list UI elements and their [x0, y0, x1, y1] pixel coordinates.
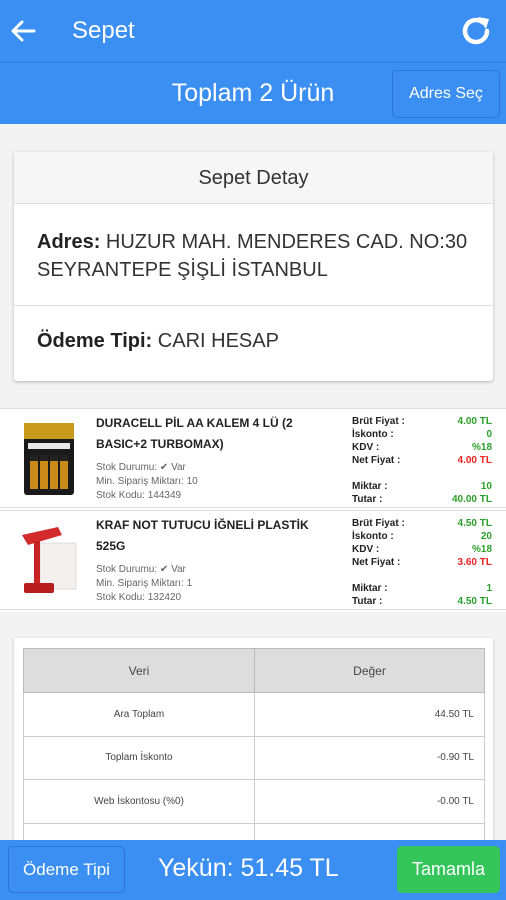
column-header-value: Değer [254, 648, 485, 693]
stock-status: Stok Durumu: ✔ Var [96, 564, 186, 575]
stock-status: Stok Durumu: ✔ Var [96, 462, 186, 473]
payment-value: CARI HESAP [157, 330, 279, 352]
total-label: Tutar : [352, 494, 383, 505]
stock-code: Stok Kodu: 132420 [96, 592, 182, 603]
refresh-icon[interactable] [446, 0, 506, 62]
cart-summary-bar: Toplam 2 Ürün Adres Seç [0, 62, 506, 124]
address-section: Adres: HUZUR MAH. MENDERES CAD. NO:30 SE… [14, 204, 493, 306]
min-order: Min. Sipariş Miktarı: 1 [96, 578, 193, 589]
vat-label: KDV : [352, 544, 380, 555]
table-row: Ara Toplam 44.50 TL [23, 692, 485, 737]
table-row: Toplam İskonto -0.90 TL [23, 735, 485, 780]
total: 40.00 TL [451, 494, 492, 505]
total: 4.50 TL [457, 596, 492, 607]
page-title: Sepet [72, 17, 135, 44]
summary-table: Veri Değer Ara Toplam 44.50 TL Toplam İs… [23, 648, 485, 840]
stock-code: Stok Kodu: 144349 [96, 490, 182, 501]
product-list: DURACELL PİL AA KALEM 4 LÜ (2 BASIC+2 TU… [0, 408, 506, 612]
net-price-label: Net Fiyat : [352, 557, 401, 568]
quantity-label: Miktar : [352, 481, 388, 492]
gross-price: 4.50 TL [457, 518, 492, 529]
bottom-bar: Ödeme Tipi Yekün: 51.45 TL Tamamla [0, 840, 506, 900]
select-address-button[interactable]: Adres Seç [392, 70, 500, 118]
complete-button[interactable]: Tamamla [397, 846, 500, 893]
product-name: DURACELL PİL AA KALEM 4 LÜ (2 BASIC+2 TU… [96, 416, 293, 451]
net-price: 3.60 TL [457, 557, 492, 568]
product-name: KRAF NOT TUTUCU İĞNELİ PLASTİK 525G [96, 518, 309, 553]
row-label: Ara Toplam [23, 692, 255, 737]
vat: %18 [471, 442, 492, 453]
app-bar: Sepet [0, 0, 506, 62]
battery-product-image [18, 421, 80, 497]
summary-card: Veri Değer Ara Toplam 44.50 TL Toplam İs… [14, 638, 493, 840]
table-row: Web İskontosu (%0) -0.00 TL [23, 779, 485, 824]
quantity: 1 [486, 583, 492, 594]
gross-price-label: Brüt Fiyat : [352, 416, 405, 427]
discount: 20 [480, 531, 492, 542]
quantity: 10 [480, 481, 492, 492]
cart-detail-card: Sepet Detay Adres: HUZUR MAH. MENDERES C… [14, 152, 493, 381]
column-header-data: Veri [23, 648, 255, 693]
address-value: HUZUR MAH. MENDERES CAD. NO:30 SEYRANTEP… [37, 231, 468, 281]
net-price-label: Net Fiyat : [352, 455, 401, 466]
price-block: Brüt Fiyat : 4.50 TL İskonto : 20 KDV : %18… [352, 517, 492, 608]
discount-label: İskonto : [352, 429, 394, 440]
price-block: Brüt Fiyat :4.00 TL İskonto :0 KDV : %18 … [352, 415, 492, 506]
row-value: -0.00 TL [254, 779, 485, 824]
address-label: Adres: [37, 231, 101, 253]
row-value: 44.50 TL [254, 692, 485, 737]
vat-label: KDV : [352, 442, 380, 453]
grand-total: Yekün: 51.45 TL [158, 854, 339, 882]
gross-price-label: Brüt Fiyat : [352, 518, 405, 529]
row-label: Toplam İskonto [23, 735, 255, 780]
quantity-label: Miktar : [352, 583, 388, 594]
cart-detail-header: Sepet Detay [14, 152, 493, 204]
table-row [23, 822, 485, 840]
arrow-left-icon[interactable] [0, 0, 46, 62]
row-value [254, 822, 485, 840]
gross-price: 4.00 TL [457, 416, 492, 427]
discount: 0 [486, 429, 492, 440]
list-item[interactable]: DURACELL PİL AA KALEM 4 LÜ (2 BASIC+2 TU… [0, 408, 506, 508]
row-value: -0.90 TL [254, 735, 485, 780]
cart-content[interactable]: Sepet Detay Adres: HUZUR MAH. MENDERES C… [0, 124, 506, 840]
min-order: Min. Sipariş Miktarı: 10 [96, 476, 198, 487]
payment-section: Ödeme Tipi: CARI HESAP [14, 306, 493, 353]
net-price: 4.00 TL [457, 455, 492, 466]
row-label [23, 822, 255, 840]
discount-label: İskonto : [352, 531, 394, 542]
list-item[interactable]: KRAF NOT TUTUCU İĞNELİ PLASTİK 525G Stok… [0, 510, 506, 610]
vat: %18 [471, 544, 492, 555]
row-label: Web İskontosu (%0) [23, 779, 255, 824]
total-label: Tutar : [352, 596, 383, 607]
note-holder-product-image [18, 523, 80, 599]
payment-type-button[interactable]: Ödeme Tipi [8, 846, 125, 893]
payment-label: Ödeme Tipi: [37, 330, 153, 352]
